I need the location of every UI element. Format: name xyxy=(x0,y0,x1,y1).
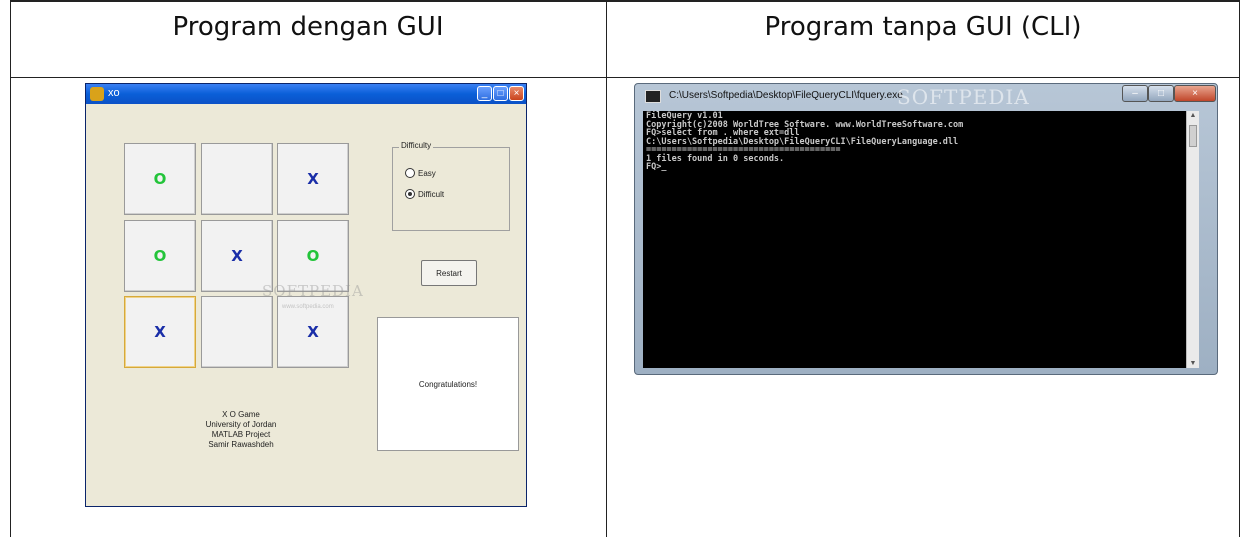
console-app-icon xyxy=(645,90,661,103)
xo-game-window: xo _ □ × O X O X O X X SOFTPEDIA www.softpedia… xyxy=(85,83,527,507)
message-panel: Congratulations! xyxy=(377,317,519,451)
table-left-border xyxy=(10,0,11,537)
window-titlebar: xo _ □ × xyxy=(86,84,526,104)
o-mark: O xyxy=(306,247,320,265)
cli-maximize-button[interactable]: □ xyxy=(1148,85,1174,102)
x-mark: X xyxy=(231,247,243,265)
table-right-border xyxy=(1239,0,1240,537)
board-cell-r1-c3[interactable]: X xyxy=(277,143,349,215)
difficulty-group: Difficulty Easy Difficult xyxy=(392,141,510,231)
header-divider xyxy=(10,77,1240,78)
credits-line: X O Game xyxy=(222,410,260,419)
softpedia-watermark: SOFTPEDIA xyxy=(897,85,1030,109)
column-divider xyxy=(606,0,607,537)
difficulty-label: Difficulty xyxy=(399,141,434,150)
cli-minimize-button[interactable]: – xyxy=(1122,85,1148,102)
softpedia-watermark: SOFTPEDIA xyxy=(262,282,364,300)
x-mark: X xyxy=(154,323,166,341)
minimize-button[interactable]: _ xyxy=(477,86,492,101)
x-mark: X xyxy=(307,323,319,341)
cli-column-header: Program tanpa GUI (CLI) xyxy=(764,12,1082,42)
radio-difficult[interactable]: Difficult xyxy=(405,189,444,199)
close-button[interactable]: × xyxy=(509,86,524,101)
cli-titlebar: C:\Users\Softpedia\Desktop\FileQueryCLI\… xyxy=(635,84,1217,110)
board-cell-r1-c2[interactable] xyxy=(201,143,273,215)
matlab-app-icon xyxy=(90,87,104,101)
credits-line: University of Jordan xyxy=(205,420,277,429)
gui-column-header: Program dengan GUI xyxy=(172,12,444,42)
softpedia-watermark-url: www.softpedia.com xyxy=(282,304,334,310)
credits-line: Samir Rawashdeh xyxy=(208,440,274,449)
scroll-down-arrow-icon[interactable]: ▼ xyxy=(1187,360,1199,367)
cli-window-title: C:\Users\Softpedia\Desktop\FileQueryCLI\… xyxy=(669,90,903,101)
cli-close-button[interactable]: × xyxy=(1174,85,1216,102)
x-mark: X xyxy=(307,170,319,188)
board-cell-r3-c1[interactable]: X xyxy=(124,296,196,368)
window-title: xo xyxy=(108,87,120,99)
restart-button[interactable]: Restart xyxy=(421,260,477,286)
credits-text: X O Game University of Jordan MATLAB Pro… xyxy=(176,410,306,450)
console-scrollbar[interactable]: ▲ ▼ xyxy=(1186,111,1199,368)
cli-console-window: C:\Users\Softpedia\Desktop\FileQueryCLI\… xyxy=(634,83,1218,375)
board-cell-r2-c1[interactable]: O xyxy=(124,220,196,292)
congratulations-text: Congratulations! xyxy=(418,379,478,389)
board-cell-r1-c1[interactable]: O xyxy=(124,143,196,215)
o-mark: O xyxy=(153,170,167,188)
radio-easy-label: Easy xyxy=(418,168,436,178)
console-output-area[interactable]: FileQuery v1.01 Copyright(c)2008 WorldTr… xyxy=(643,111,1199,368)
o-mark: O xyxy=(153,247,167,265)
scroll-up-arrow-icon[interactable]: ▲ xyxy=(1187,112,1199,119)
console-text: FileQuery v1.01 Copyright(c)2008 WorldTr… xyxy=(646,111,964,172)
credits-line: MATLAB Project xyxy=(211,430,271,439)
radio-easy-circle[interactable] xyxy=(405,168,415,178)
board-cell-r3-c2[interactable] xyxy=(201,296,273,368)
radio-easy[interactable]: Easy xyxy=(405,168,436,178)
table-top-border xyxy=(10,0,1240,2)
maximize-button[interactable]: □ xyxy=(493,86,508,101)
radio-difficult-circle[interactable] xyxy=(405,189,415,199)
radio-difficult-label: Difficult xyxy=(418,189,445,199)
scrollbar-thumb[interactable] xyxy=(1189,125,1197,147)
